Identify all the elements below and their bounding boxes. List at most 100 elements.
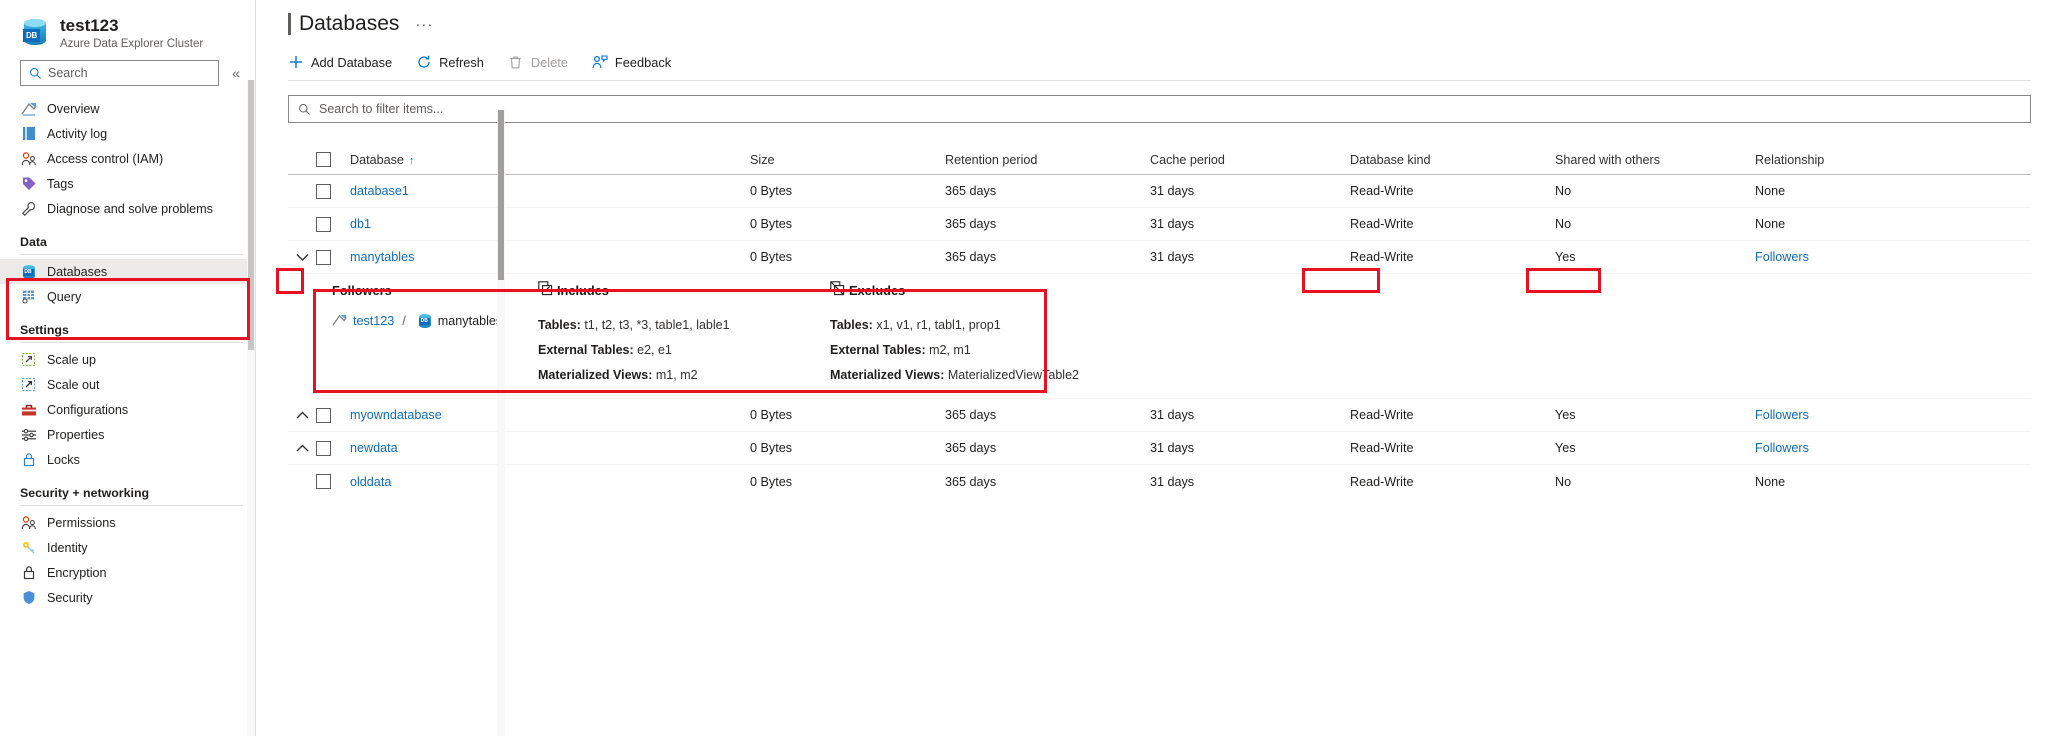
sidebar-nav: Overview Activity log Access control (IA… <box>0 94 255 610</box>
sidebar-item-scale-out[interactable]: Scale out <box>0 372 255 397</box>
column-header-relationship[interactable]: Relationship <box>1755 153 1935 167</box>
sidebar-item-identity[interactable]: Identity <box>0 535 255 560</box>
relationship-followers-link[interactable]: Followers <box>1755 250 1809 264</box>
db-logo-text: DB <box>23 29 40 42</box>
includes-list: Tables: t1, t2, t3, *3, table1, lable1 E… <box>538 313 830 388</box>
feedback-button[interactable]: Feedback <box>592 54 671 70</box>
resource-name: test123 <box>60 16 119 35</box>
column-header-retention-period[interactable]: Retention period <box>945 153 1150 167</box>
relationship-followers-link[interactable]: Followers <box>1755 441 1809 455</box>
includes-tables-key: Tables: <box>538 318 581 332</box>
sidebar-item-diagnose[interactable]: Diagnose and solve problems <box>0 196 255 221</box>
divider <box>20 342 243 343</box>
table-row[interactable]: olddata 0 Bytes 365 days 31 days Read-Wr… <box>288 465 2031 498</box>
relationship-followers-link[interactable]: Followers <box>1755 408 1809 422</box>
column-header-database-kind[interactable]: Database kind <box>1350 153 1555 167</box>
azure-portal-databases-page: DB test123 Azure Data Explorer Cluster S… <box>0 0 2047 736</box>
row-checkbox[interactable] <box>316 407 331 423</box>
sidebar-scrollbar[interactable] <box>247 80 255 736</box>
database-link[interactable]: myowndatabase <box>350 408 442 422</box>
database-icon: DB <box>418 313 432 328</box>
row-expand-toggle-manytables[interactable] <box>288 253 316 262</box>
includes-materialized-views-row: Materialized Views: m1, m2 <box>538 363 830 388</box>
command-toolbar: Add Database Refresh Delete Feedback <box>256 36 2047 80</box>
table-row[interactable]: db1 0 Bytes 365 days 31 days Read-Write … <box>288 208 2031 241</box>
sidebar-scrollbar-thumb[interactable] <box>248 80 254 350</box>
sidebar-item-access-control[interactable]: Access control (IAM) <box>0 146 255 171</box>
cell-retention: 365 days <box>945 217 997 231</box>
excludes-materialized-views-value: MaterializedViewTable2 <box>947 368 1079 382</box>
sidebar-item-configurations[interactable]: Configurations <box>0 397 255 422</box>
excludes-materialized-views-key: Materialized Views: <box>830 368 945 382</box>
cell-kind: Read-Write <box>1350 184 1414 198</box>
detail-header-excludes-label: Excludes <box>849 282 906 298</box>
sidebar-item-scale-up[interactable]: Scale up <box>0 347 255 372</box>
cell-retention: 365 days <box>945 441 997 455</box>
activity-log-icon <box>20 125 37 142</box>
database-link[interactable]: database1 <box>350 184 409 198</box>
column-header-label: Database <box>350 152 404 167</box>
database-link[interactable]: manytables <box>350 250 414 264</box>
tag-icon <box>20 175 37 192</box>
content-scrollbar[interactable] <box>497 110 505 736</box>
content-scrollbar-thumb[interactable] <box>498 110 504 280</box>
sidebar-item-activity-log[interactable]: Activity log <box>0 121 255 146</box>
row-checkbox[interactable] <box>316 249 331 265</box>
sidebar-item-label: Properties <box>47 427 105 442</box>
trash-icon <box>508 54 524 70</box>
database-link[interactable]: db1 <box>350 217 371 231</box>
query-grid-icon <box>20 288 37 305</box>
cell-relationship: None <box>1755 217 1786 231</box>
sidebar-item-label: Overview <box>47 101 100 116</box>
scale-out-icon <box>20 376 37 393</box>
excludes-tables-value: x1, v1, r1, tabl1, prop1 <box>876 318 1001 332</box>
cell-relationship: None <box>1755 474 1786 489</box>
column-header-size[interactable]: Size <box>750 153 945 167</box>
sidebar-item-query[interactable]: Query <box>0 284 255 309</box>
sidebar-item-databases[interactable]: DB Databases <box>0 259 255 284</box>
table-row[interactable]: newdata 0 Bytes 365 days 31 days Read-Wr… <box>288 432 2031 465</box>
row-checkbox[interactable] <box>316 474 331 489</box>
more-options-button[interactable]: ··· <box>415 16 433 33</box>
sidebar-item-label: Query <box>47 289 82 304</box>
sidebar-item-tags[interactable]: Tags <box>0 171 255 196</box>
followers-detail-panel: Followers Includes Excludes test123 / DB… <box>316 274 2031 399</box>
sidebar-item-properties[interactable]: Properties <box>0 422 255 447</box>
select-all-checkbox[interactable] <box>316 152 331 167</box>
sidebar-item-encryption[interactable]: Encryption <box>0 560 255 585</box>
table-row[interactable]: manytables 0 Bytes 365 days 31 days Read… <box>288 241 2031 274</box>
database-link[interactable]: newdata <box>350 441 398 455</box>
table-row[interactable]: myowndatabase 0 Bytes 365 days 31 days R… <box>288 399 2031 432</box>
refresh-button[interactable]: Refresh <box>416 54 484 70</box>
filter-input[interactable]: Search to filter items... <box>288 95 2031 123</box>
row-checkbox[interactable] <box>316 440 331 456</box>
column-header-database[interactable]: Database ↑ <box>350 153 750 167</box>
cell-size: 0 Bytes <box>750 250 792 264</box>
sidebar-item-locks[interactable]: Locks <box>0 447 255 472</box>
sidebar-item-security[interactable]: Security <box>0 585 255 610</box>
follower-cluster-link[interactable]: test123 <box>353 314 394 328</box>
column-header-shared-with-others[interactable]: Shared with others <box>1555 153 1755 167</box>
column-header-cache-period[interactable]: Cache period <box>1150 153 1350 167</box>
cell-retention: 365 days <box>945 250 997 264</box>
add-database-button[interactable]: Add Database <box>288 54 392 70</box>
row-expand-toggle[interactable] <box>288 411 316 420</box>
sidebar-item-label: Encryption <box>47 565 107 580</box>
table-row[interactable]: database1 0 Bytes 365 days 31 days Read-… <box>288 175 2031 208</box>
sidebar-item-permissions[interactable]: Permissions <box>0 510 255 535</box>
sidebar-item-overview[interactable]: Overview <box>0 96 255 121</box>
row-checkbox[interactable] <box>316 183 331 199</box>
database-icon: DB <box>20 263 37 280</box>
plus-icon <box>288 54 304 70</box>
sidebar-item-label: Diagnose and solve problems <box>47 201 213 216</box>
collapse-sidebar-button[interactable]: « <box>225 62 247 84</box>
excludes-materialized-views-row: Materialized Views: MaterializedViewTabl… <box>830 363 2031 388</box>
database-link[interactable]: olddata <box>350 475 391 489</box>
databases-table: Database ↑ Size Retention period Cache pe… <box>288 145 2031 498</box>
row-expand-toggle[interactable] <box>288 444 316 453</box>
excludes-list: Tables: x1, v1, r1, tabl1, prop1 Externa… <box>830 313 2031 388</box>
sidebar-search-row: Search « <box>0 50 255 94</box>
row-checkbox[interactable] <box>316 216 331 232</box>
sidebar-search-input[interactable]: Search <box>20 60 219 86</box>
follower-entry-row: test123 / DB manytables Tables: t1, t2, … <box>316 306 2031 388</box>
